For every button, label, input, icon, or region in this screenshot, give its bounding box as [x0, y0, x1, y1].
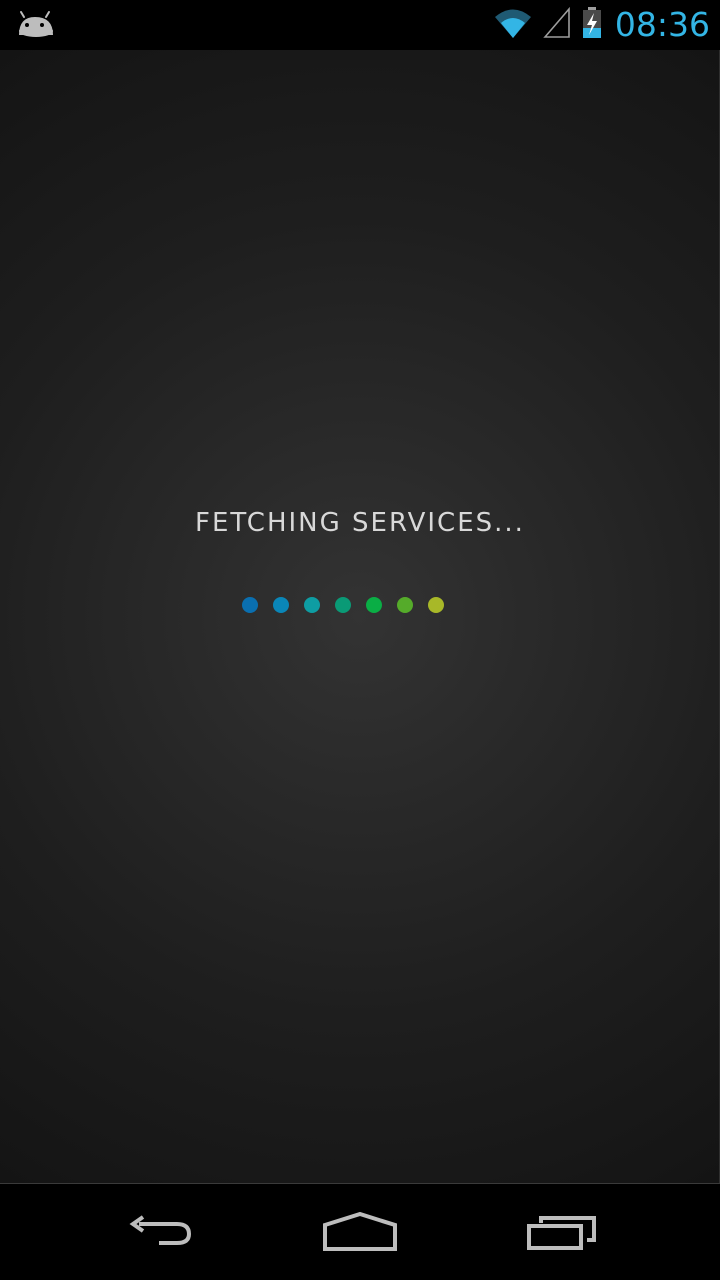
status-icons: 08:36 [493, 0, 710, 50]
loading-screen: FETCHING SERVICES... [0, 50, 720, 1183]
loading-dot [304, 597, 320, 613]
back-icon [129, 1215, 192, 1245]
wifi-icon [493, 6, 533, 44]
loading-dot [397, 597, 413, 613]
back-button[interactable] [70, 1184, 250, 1280]
loading-dot [366, 597, 382, 613]
navigation-bar [0, 1184, 720, 1280]
loading-progress-dots [0, 50, 720, 1183]
recent-apps-button[interactable] [472, 1184, 652, 1280]
loading-dot [335, 597, 351, 613]
loading-dot [428, 597, 444, 613]
screen: 08:36 FETCHING SERVICES... [0, 0, 720, 1280]
battery-charging-icon [581, 6, 603, 44]
loading-message: FETCHING SERVICES... [195, 508, 525, 538]
home-button[interactable] [270, 1184, 450, 1280]
signal-icon [543, 6, 571, 44]
android-notification-icon [16, 9, 56, 41]
status-clock: 08:36 [614, 5, 710, 44]
loading-dot [242, 597, 258, 613]
home-icon [323, 1212, 397, 1251]
recent-apps-icon [527, 1216, 596, 1250]
status-bar: 08:36 [0, 0, 720, 50]
loading-dot [273, 597, 289, 613]
